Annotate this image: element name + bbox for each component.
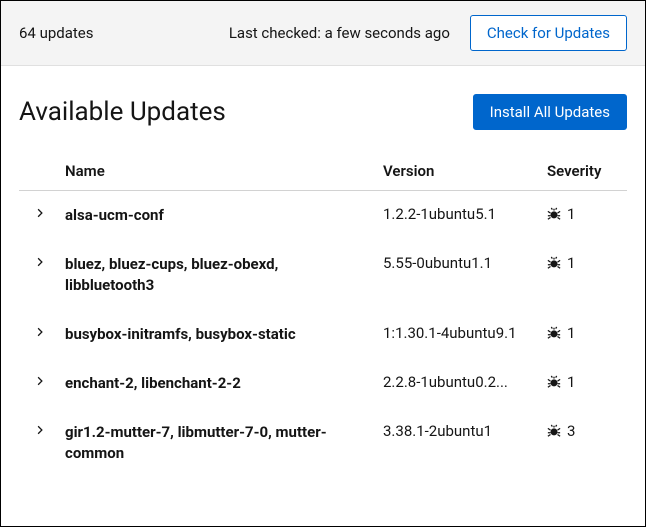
package-severity: 3 bbox=[547, 422, 627, 440]
package-version: 2.2.8-1ubuntu0.2... bbox=[383, 373, 543, 391]
package-version: 1.2.2-1ubuntu5.1 bbox=[383, 205, 543, 223]
page-title: Available Updates bbox=[19, 97, 226, 127]
table-row: gir1.2-mutter-7, libmutter-7-0, mutter-c… bbox=[19, 408, 627, 478]
package-severity: 1 bbox=[547, 373, 627, 391]
check-updates-button[interactable]: Check for Updates bbox=[470, 15, 627, 51]
chevron-right-icon[interactable] bbox=[35, 208, 45, 218]
package-severity: 1 bbox=[547, 324, 627, 342]
chevron-right-icon[interactable] bbox=[35, 425, 45, 435]
install-all-button[interactable]: Install All Updates bbox=[473, 94, 627, 130]
status-bar: 64 updates Last checked: a few seconds a… bbox=[1, 1, 645, 66]
package-severity: 1 bbox=[547, 254, 627, 272]
col-severity: Severity bbox=[547, 162, 627, 180]
table-row: enchant-2, libenchant-2-22.2.8-1ubuntu0.… bbox=[19, 359, 627, 408]
package-version: 3.38.1-2ubuntu1 bbox=[383, 422, 543, 440]
table-row: busybox-initramfs, busybox-static1:1.30.… bbox=[19, 310, 627, 359]
bug-icon bbox=[547, 375, 561, 389]
updates-table: Name Version Severity alsa-ucm-conf1.2.2… bbox=[19, 152, 627, 478]
col-name: Name bbox=[65, 162, 379, 180]
table-header: Name Version Severity bbox=[19, 152, 627, 191]
package-name: gir1.2-mutter-7, libmutter-7-0, mutter-c… bbox=[65, 422, 379, 464]
package-version: 5.55-0ubuntu1.1 bbox=[383, 254, 543, 272]
table-row: alsa-ucm-conf1.2.2-1ubuntu5.11 bbox=[19, 191, 627, 240]
chevron-right-icon[interactable] bbox=[35, 257, 45, 267]
last-checked: Last checked: a few seconds ago bbox=[106, 24, 458, 42]
bug-icon bbox=[547, 326, 561, 340]
scroll-area[interactable]: 64 updates Last checked: a few seconds a… bbox=[1, 1, 645, 526]
chevron-right-icon[interactable] bbox=[35, 376, 45, 386]
chevron-right-icon[interactable] bbox=[35, 327, 45, 337]
update-count: 64 updates bbox=[19, 24, 94, 42]
package-name: bluez, bluez-cups, bluez-obexd, libbluet… bbox=[65, 254, 379, 296]
bug-icon bbox=[547, 256, 561, 270]
package-version: 1:1.30.1-4ubuntu9.1 bbox=[383, 324, 543, 342]
bug-icon bbox=[547, 424, 561, 438]
package-name: busybox-initramfs, busybox-static bbox=[65, 324, 379, 345]
package-name: alsa-ucm-conf bbox=[65, 205, 379, 226]
bug-icon bbox=[547, 207, 561, 221]
col-version: Version bbox=[383, 162, 543, 180]
package-severity: 1 bbox=[547, 205, 627, 223]
table-row: bluez, bluez-cups, bluez-obexd, libbluet… bbox=[19, 240, 627, 310]
package-name: enchant-2, libenchant-2-2 bbox=[65, 373, 379, 394]
